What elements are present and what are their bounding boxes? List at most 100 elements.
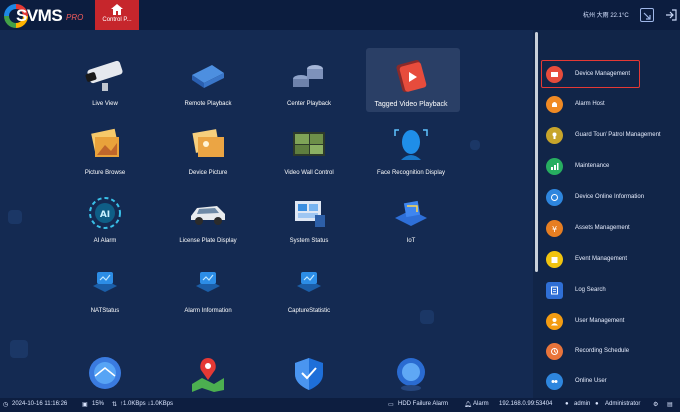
sidebar-item-log-search[interactable]: Log Search: [546, 279, 674, 301]
alarm-bell-icon: 🔔︎: [464, 402, 472, 408]
sidebar-item-device-online-information[interactable]: Device Online Information: [546, 186, 674, 208]
sidebar-item-user-management[interactable]: User Management: [546, 310, 674, 332]
sidebar-item-device-management[interactable]: Device Management: [541, 60, 640, 88]
video-wall-control-tile[interactable]: Video Wall Control: [264, 124, 354, 176]
camera-icon: [80, 55, 130, 97]
video-tag-icon: [386, 55, 436, 97]
tab-control-panel[interactable]: Control P...: [95, 0, 139, 30]
sidebar-item-alarm-host[interactable]: Alarm Host: [546, 93, 674, 115]
sidebar-item-label: Maintenance: [575, 163, 610, 169]
app-logo: SVMS PRO: [4, 3, 92, 29]
sidebar-scrollbar[interactable]: [535, 32, 538, 272]
iot-icon: [386, 192, 436, 234]
alarm-information-tile[interactable]: Alarm Information: [163, 262, 253, 314]
capture-statistic-icon: [284, 262, 334, 304]
system-status-icon: [284, 192, 334, 234]
sidebar-item-label: Online User: [575, 378, 607, 384]
ai-alarm-tile[interactable]: AI AI Alarm: [60, 192, 150, 244]
sidebar-item-label: Alarm Host: [575, 101, 605, 107]
user-role: Administrator: [605, 401, 641, 407]
device-management-icon: [546, 65, 563, 83]
tile-label: AI Alarm: [93, 238, 117, 244]
sidebar-item-label: Guard Tour/ Patrol Management: [575, 132, 661, 138]
user-management-icon: [546, 312, 563, 330]
network-speed: ↑1.0KBps ↓1.0KBps: [120, 401, 174, 407]
shield-icon: [284, 352, 334, 394]
sidebar-item-assets-management[interactable]: ¥ Assets Management: [546, 217, 674, 239]
background-decoration: [8, 210, 22, 224]
sidebar-item-event-management[interactable]: Event Management: [546, 248, 674, 270]
cpu-icon: ▣: [82, 402, 88, 408]
log-search-icon: [546, 281, 563, 299]
sidebar-item-maintenance[interactable]: Maintenance: [546, 155, 674, 177]
tile-label: Device Picture: [188, 170, 228, 176]
event-icon: [546, 250, 563, 268]
license-plate-display-tile[interactable]: License Plate Display: [163, 192, 253, 244]
device-picture-tile[interactable]: Device Picture: [163, 124, 253, 176]
sidebar-item-guard-tour[interactable]: Guard Tour/ Patrol Management: [546, 124, 674, 146]
assets-icon: ¥: [546, 219, 563, 237]
center-playback-tile[interactable]: Center Playback: [264, 55, 354, 107]
weather-info: 杭州 大雨 22.1°C: [583, 13, 629, 19]
face-scan-icon: [386, 124, 436, 166]
tile-label: System Status: [289, 238, 329, 244]
fullscreen-icon[interactable]: [640, 8, 654, 22]
iot-tile[interactable]: IoT: [366, 192, 456, 244]
datetime: 2024-10-16 11:16:26: [12, 401, 68, 407]
tile-label: NATStatus: [90, 308, 120, 314]
live-view-tile[interactable]: Live View: [60, 55, 150, 107]
background-decoration: [10, 340, 28, 358]
svg-text:AI: AI: [100, 210, 110, 220]
tile-label: Center Playback: [286, 101, 332, 107]
pictures-icon: [80, 124, 130, 166]
alarm-host-icon: [546, 95, 563, 113]
nat-status-tile[interactable]: NATStatus: [60, 262, 150, 314]
system-status-tile[interactable]: System Status: [264, 192, 354, 244]
tab-label: Control P...: [102, 17, 132, 23]
picture-browse-tile[interactable]: Picture Browse: [60, 124, 150, 176]
background-decoration: [470, 140, 480, 150]
capture-statistic-tile[interactable]: CaptureStatistic: [264, 262, 354, 314]
network-icon: ⇅: [112, 402, 118, 408]
tile-label: Video Wall Control: [284, 170, 334, 176]
tile-label: CaptureStatistic: [287, 308, 331, 314]
server-cylinders-icon: [284, 55, 334, 97]
video-wall-icon: [284, 124, 334, 166]
recording-schedule-icon: [546, 342, 563, 360]
background-decoration: [420, 310, 434, 324]
map-pin-icon: [183, 352, 233, 394]
settings-icon[interactable]: ⚙: [653, 401, 658, 408]
lock-icon[interactable]: ▤: [667, 401, 673, 408]
hdd-failure-alarm[interactable]: HDD Failure Alarm: [398, 401, 448, 407]
face-recognition-display-tile[interactable]: Face Recognition Display: [366, 124, 456, 176]
tile-label: Face Recognition Display: [376, 170, 446, 176]
row5-tile[interactable]: [264, 352, 354, 394]
car-icon: [183, 192, 233, 234]
tile-label: Remote Playback: [184, 101, 232, 107]
clock-icon: ◷: [3, 402, 9, 408]
sidebar-item-label: Device Online Information: [575, 194, 645, 200]
app-edition: PRO: [66, 13, 84, 22]
sidebar-item-label: Device Management: [575, 71, 631, 77]
current-user: admin: [574, 401, 591, 407]
row5-tile[interactable]: [163, 352, 253, 394]
hdd-icon: ▭: [388, 402, 394, 408]
app-name: SVMS: [16, 6, 63, 25]
row5-tile[interactable]: [60, 352, 150, 394]
tagged-video-playback-tile[interactable]: Tagged Video Playback: [366, 55, 456, 108]
sidebar-item-recording-schedule[interactable]: Recording Schedule: [546, 340, 674, 362]
sidebar-item-online-user[interactable]: Online User: [546, 370, 674, 392]
role-icon: ●: [595, 401, 599, 407]
tile-label: Tagged Video Playback: [374, 101, 448, 108]
tile-label: Live View: [92, 101, 118, 107]
maintenance-icon: [546, 157, 563, 175]
online-user-icon: [546, 372, 563, 390]
device-online-icon: [546, 188, 563, 206]
remote-playback-tile[interactable]: Remote Playback: [163, 55, 253, 107]
row5-tile[interactable]: [366, 352, 456, 394]
alarm-status[interactable]: Alarm: [473, 401, 489, 407]
nat-status-icon: [80, 262, 130, 304]
logout-icon[interactable]: [664, 8, 678, 22]
tile-label: Picture Browse: [84, 170, 126, 176]
server-address: 192.168.0.99:53404: [499, 401, 553, 407]
